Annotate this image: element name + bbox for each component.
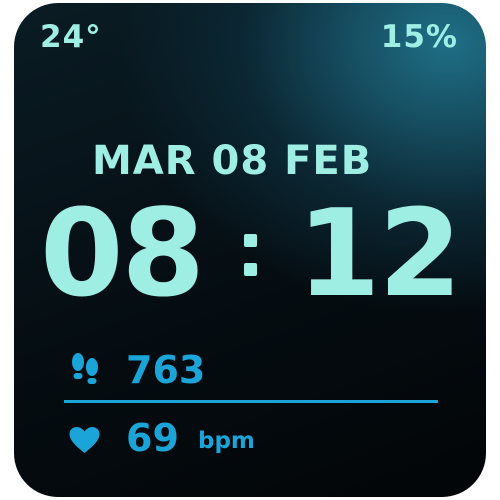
stats-divider [64,400,438,403]
time-minutes: 12 [297,185,462,324]
watch-face: 24° 15% MAR 08 FEB 08 12 763 69 bpm [14,3,486,497]
time-colon [243,196,257,314]
steps-count: 763 [126,348,206,392]
time-hours: 08 [40,185,205,324]
battery-readout: 15% [380,19,458,55]
time-display: 08 12 [40,185,462,324]
heart-rate-unit: bpm [198,428,255,454]
footprints-icon [72,353,98,384]
heart-icon [69,427,100,453]
temperature-readout: 24° [40,19,102,55]
date-display: MAR 08 FEB [92,138,373,184]
heart-rate-value: 69 [126,416,179,460]
